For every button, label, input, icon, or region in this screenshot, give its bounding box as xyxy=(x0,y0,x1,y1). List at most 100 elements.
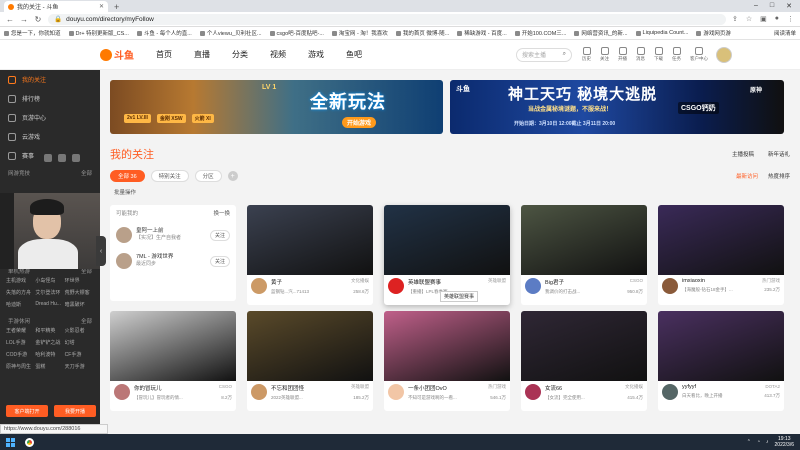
bookmark-item[interactable]: 淘宝网 - 淘！我喜欢 xyxy=(331,29,388,37)
header-icon-button[interactable]: 下载 xyxy=(654,47,663,62)
sidebar-game-link[interactable]: 暗黑破坏 xyxy=(65,301,94,308)
streamer-name[interactable]: 你的冒玩儿 xyxy=(134,384,162,392)
stream-category[interactable]: DOTA2 xyxy=(765,384,780,390)
sidebar-game-link[interactable]: COD手游 xyxy=(6,351,35,358)
stream-category[interactable]: 文化播娱 xyxy=(351,278,369,286)
active-tab[interactable]: 我的关注 - 斗鱼 ✕ xyxy=(4,1,108,12)
streamer-name[interactable]: 不忘和团团怪 xyxy=(271,384,304,392)
section-more-link[interactable]: 全部 xyxy=(81,317,92,325)
sidebar-game-link[interactable]: 幻塔 xyxy=(65,339,94,346)
stream-card[interactable]: 一条小团团OvO 热门游戏 不知可是游戏啊的一看... 546.1万 xyxy=(384,311,510,411)
sidebar-game-link[interactable]: 原神与周生 xyxy=(6,363,35,370)
streamer-name[interactable]: 黄子 xyxy=(271,278,282,286)
cup-icon[interactable] xyxy=(72,153,80,162)
nav-item[interactable]: 视频 xyxy=(270,49,286,60)
bookmark-item[interactable]: Dr+ 特别更新版_CS... xyxy=(68,29,129,37)
profile-icon[interactable]: ● xyxy=(775,15,779,23)
windows-start-icon[interactable] xyxy=(6,437,15,447)
url-field[interactable]: 🔒 douyu.com/directory/myFollow xyxy=(48,13,726,25)
open-client-button[interactable]: 客户端打开 xyxy=(6,405,48,417)
anchor-submit-link[interactable]: 主播投稿 xyxy=(732,150,754,158)
stream-thumbnail[interactable] xyxy=(110,311,236,381)
bookmark-item[interactable]: csgo吧-百度贴吧-... xyxy=(269,29,324,37)
volume-icon[interactable]: ♪ xyxy=(766,439,769,445)
header-icon-button[interactable]: 历史 xyxy=(582,47,591,62)
user-avatar[interactable] xyxy=(716,46,732,63)
stream-thumbnail[interactable] xyxy=(658,311,784,381)
follow-button[interactable]: 关注 xyxy=(209,255,230,267)
extensions-icon[interactable]: ▣ xyxy=(760,15,767,23)
header-icon-button[interactable]: 消息 xyxy=(636,47,645,62)
stream-category[interactable]: 英雄联盟 xyxy=(488,278,506,286)
banner-right[interactable]: 斗鱼 神工天巧 秘境大逃脱 当战金属秘境谜题，不服来战！ 开始日期：3月10日 … xyxy=(450,80,784,134)
search-input[interactable]: 搜索主播 ⌕ xyxy=(516,47,572,62)
sidebar-game-link[interactable]: 王者荣耀 xyxy=(6,327,35,334)
stream-card[interactable]: imxiaoxin 热门游戏 【海魔般-钻石18金手】... 235.2万 xyxy=(658,205,784,305)
stream-category[interactable]: 热门游戏 xyxy=(488,384,506,392)
header-icon-button[interactable]: 开播 xyxy=(618,47,627,62)
maximize-icon[interactable]: □ xyxy=(770,2,774,10)
streamer-avatar[interactable] xyxy=(251,278,267,294)
tray-up-icon[interactable]: ⌃ xyxy=(747,439,751,445)
sidebar-game-link[interactable]: 主机游戏 xyxy=(6,277,35,284)
sidebar-item[interactable]: 云游戏 xyxy=(0,127,100,146)
avatar[interactable] xyxy=(116,227,132,243)
streamer-avatar[interactable] xyxy=(662,278,678,294)
chrome-taskbar-icon[interactable] xyxy=(25,437,34,447)
banner-start-button[interactable]: 开始游戏 xyxy=(342,117,377,128)
sidebar-game-link[interactable]: 环世界 xyxy=(65,277,94,284)
stream-card[interactable]: Big君子 CSGO 我调价的打击战... 950.8万 xyxy=(521,205,647,305)
back-icon[interactable]: ← xyxy=(6,15,14,24)
sidebar-game-link[interactable]: 艾尔登法环 xyxy=(35,289,64,296)
reading-list-button[interactable]: 阅读清单 xyxy=(774,29,796,37)
stream-thumbnail[interactable] xyxy=(247,311,373,381)
sidebar-game-link[interactable]: Dread Hu... xyxy=(35,301,64,308)
nav-item[interactable]: 直播 xyxy=(194,49,210,60)
header-icon-button[interactable]: 客户中心 xyxy=(690,47,708,62)
stream-thumbnail[interactable] xyxy=(521,205,647,275)
bookmark-item[interactable]: 开始100.COM三... xyxy=(514,29,566,37)
streamer-avatar[interactable] xyxy=(388,384,404,400)
follow-button[interactable]: 关注 xyxy=(209,229,230,241)
streamer-avatar[interactable] xyxy=(525,278,541,294)
minimize-icon[interactable]: – xyxy=(754,2,758,10)
bookmark-item[interactable]: Liquipedia Count... xyxy=(635,30,688,36)
sidebar-game-link[interactable]: 哈迪斯 xyxy=(6,301,35,308)
filter-chip[interactable]: 全部 36 xyxy=(110,170,145,182)
trophy-icon[interactable] xyxy=(44,153,52,162)
sidebar-game-link[interactable]: 小岛怪鸟 xyxy=(35,277,64,284)
stream-category[interactable]: 文化播娱 xyxy=(625,384,643,392)
sidebar-game-link[interactable]: CF手游 xyxy=(65,351,94,358)
close-tab-icon[interactable]: ✕ xyxy=(99,3,104,10)
stream-category[interactable]: 热门游戏 xyxy=(762,278,780,284)
bookmark-item[interactable]: 稀缺游戏 - 百度... xyxy=(457,29,507,37)
sidebar-item[interactable]: 页游中心 xyxy=(0,108,100,127)
bookmark-item[interactable]: 您是一下，你就知道 xyxy=(4,29,61,37)
batch-operation-button[interactable]: 批量操作 xyxy=(114,188,800,196)
stream-card[interactable]: 女流66 文化播娱 【女流】完全使用... 415.4万 xyxy=(521,311,647,411)
bookmark-item[interactable]: 游戏网页游 xyxy=(696,29,731,37)
menu-icon[interactable]: ⋮ xyxy=(787,15,794,23)
sidebar-game-link[interactable]: 火影忍者 xyxy=(65,327,94,334)
section-more-link[interactable]: 全部 xyxy=(81,169,92,177)
stream-thumbnail[interactable] xyxy=(247,205,373,275)
streamer-avatar[interactable] xyxy=(525,384,541,400)
streamer-avatar[interactable] xyxy=(251,384,267,400)
sidebar-game-link[interactable]: 失落的方舟 xyxy=(6,289,35,296)
network-icon[interactable]: ◔ xyxy=(757,439,760,445)
new-tab-icon[interactable]: + xyxy=(114,2,119,12)
banner-left[interactable]: LV 1 全新玩法 开始游戏 2v1 LV.III 金刚 XSW 火箭 XI xyxy=(110,80,443,134)
streamer-name[interactable]: yyfyyf xyxy=(682,384,696,390)
streamer-name[interactable]: Big君子 xyxy=(545,278,564,286)
stream-category[interactable]: CSGO xyxy=(219,384,232,392)
stream-category[interactable]: 英雄联盟 xyxy=(351,384,369,392)
douyu-logo[interactable]: 斗鱼 xyxy=(100,47,140,63)
reload-icon[interactable]: ↻ xyxy=(34,15,42,24)
streamer-avatar[interactable] xyxy=(114,384,130,400)
sort-hot[interactable]: 热度排序 xyxy=(768,172,790,180)
stream-thumbnail[interactable] xyxy=(384,311,510,381)
close-window-icon[interactable]: ✕ xyxy=(786,2,792,10)
stream-card[interactable]: 你的冒玩儿 CSGO 【冒玩儿】冒玩者的情... 8.2万 xyxy=(110,311,236,411)
sidebar-game-link[interactable]: 哈利波特 xyxy=(35,351,64,358)
bookmark-item[interactable]: 网络营资讯_的新... xyxy=(574,29,628,37)
